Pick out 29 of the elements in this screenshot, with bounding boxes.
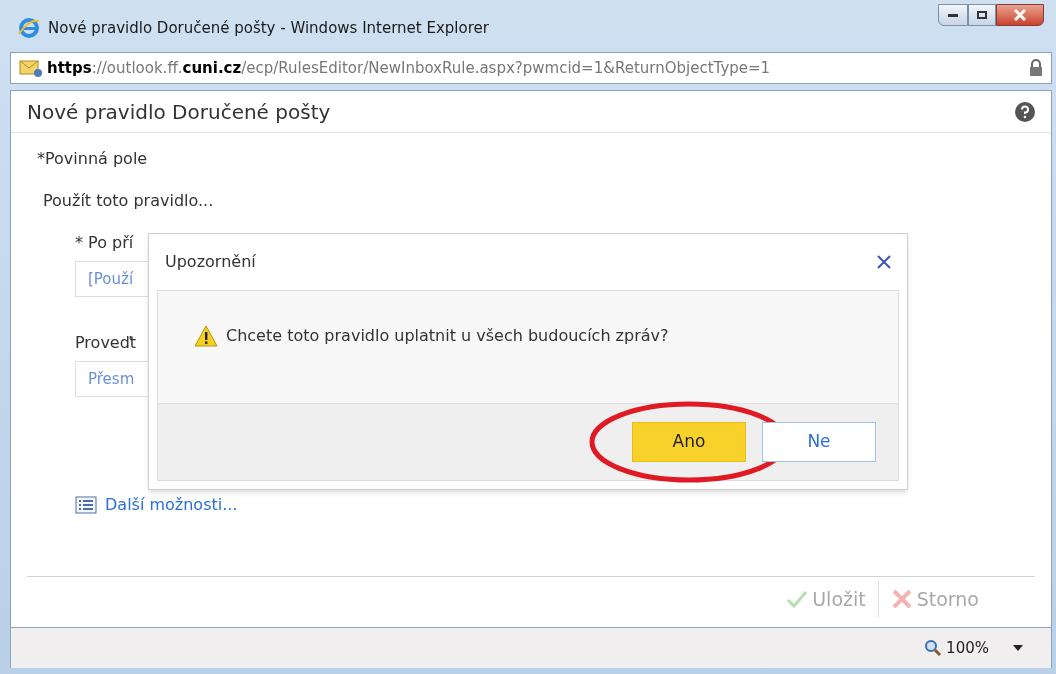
- warning-icon: [194, 325, 218, 347]
- envelope-icon: [19, 58, 43, 78]
- dialog-title: Upozornění: [165, 251, 256, 273]
- checkmark-icon: [786, 588, 809, 609]
- page-title: Nové pravidlo Doručené pošty: [27, 98, 331, 126]
- minimize-button[interactable]: [938, 4, 968, 26]
- close-icon[interactable]: [877, 255, 891, 269]
- dropdown-caret-icon[interactable]: [1013, 645, 1023, 651]
- field-label: * Po pří: [75, 232, 134, 254]
- required-fields-note: *Povinná pole: [37, 148, 149, 170]
- browser-logo-icon: [18, 17, 40, 39]
- section-label: Použít toto pravidlo...: [43, 190, 215, 212]
- no-button[interactable]: Ne: [762, 422, 876, 462]
- lock-icon: [1029, 59, 1043, 77]
- dialog-message: Chcete toto pravidlo uplatnit u všech budoucích zpráv?: [226, 325, 669, 347]
- close-icon: [1014, 9, 1026, 21]
- more-options-link[interactable]: Další možnosti...: [75, 493, 238, 517]
- list-icon: [75, 496, 97, 514]
- address-bar[interactable]: https://outlook.ff.cuni.cz/ecp/RulesEditor/NewInboxRule.aspx?pwmcid=1&ReturnObjectType=1: [10, 52, 1052, 84]
- close-button[interactable]: [996, 4, 1044, 26]
- zoom-button[interactable]: 100%: [924, 636, 989, 660]
- field-label: Proveďt: [75, 332, 137, 354]
- help-icon[interactable]: [1015, 101, 1035, 122]
- maximize-button[interactable]: [968, 4, 996, 26]
- url-text: https://outlook.ff.cuni.cz/ecp/RulesEditor/NewInboxRule.aspx?pwmcid=1&ReturnObjectType=1: [47, 57, 771, 79]
- magnifier-icon: [924, 639, 943, 657]
- yes-button[interactable]: Ano: [632, 422, 746, 462]
- window-title: Nové pravidlo Doručené pošty - Windows Internet Explorer: [48, 17, 489, 39]
- close-icon: [890, 587, 913, 610]
